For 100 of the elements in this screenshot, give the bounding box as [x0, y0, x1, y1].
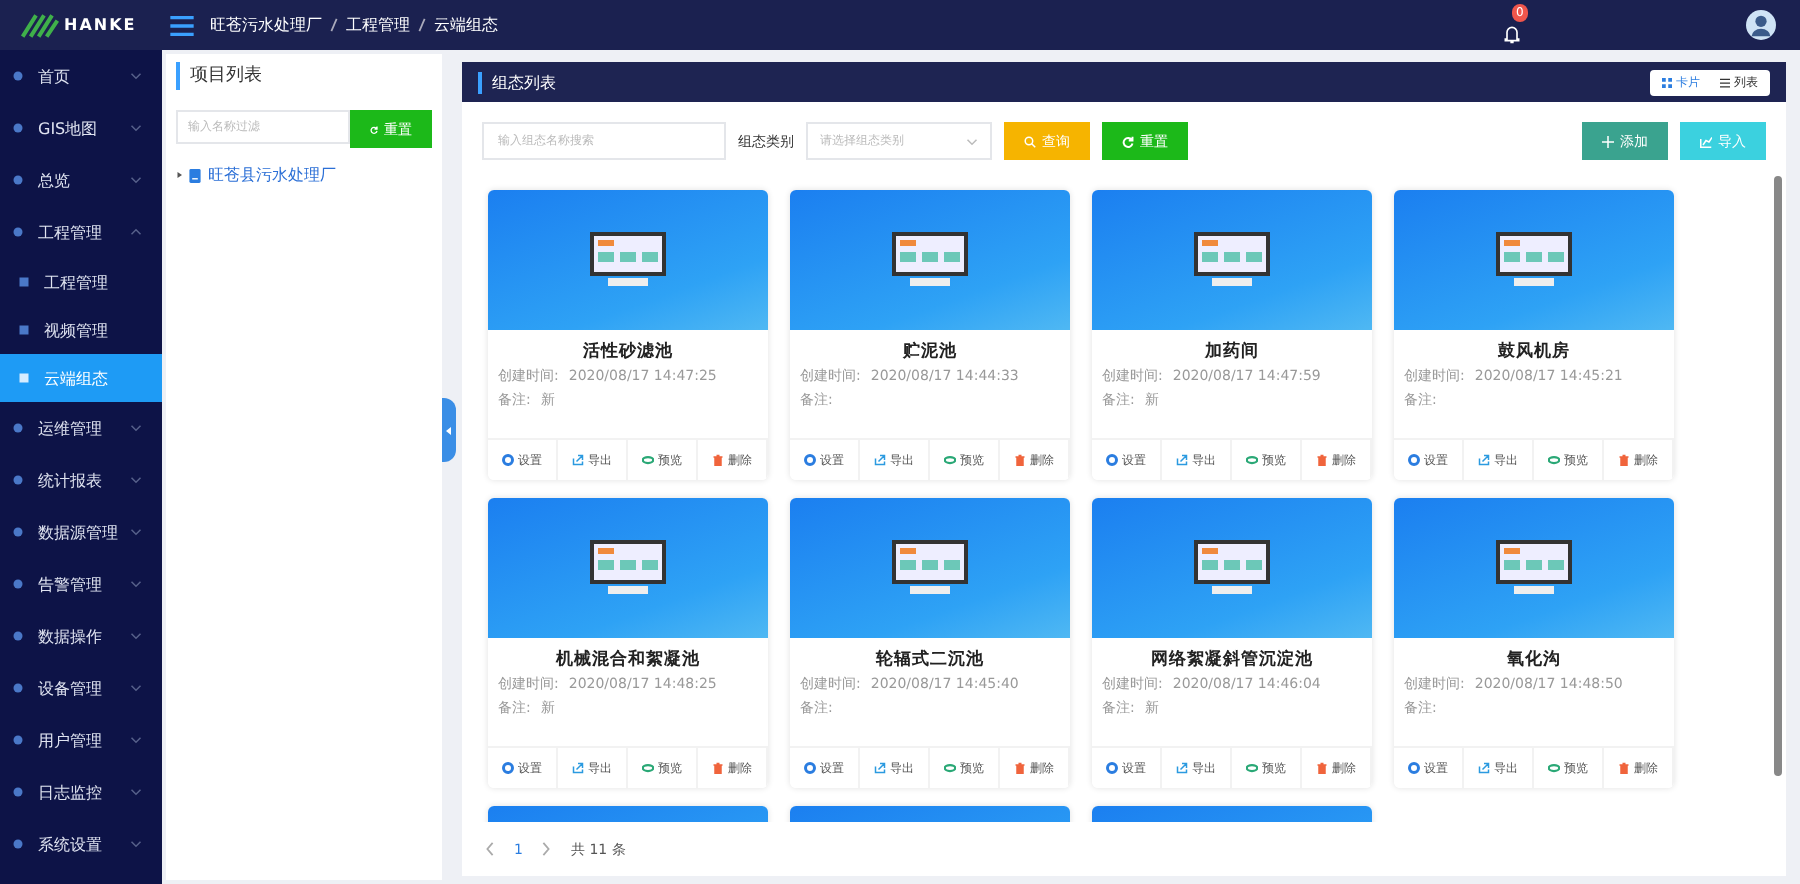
- export-icon: [1176, 762, 1188, 774]
- separator-icon: [418, 18, 426, 32]
- gear-icon: [502, 454, 514, 466]
- scrollbar[interactable]: [1774, 176, 1782, 776]
- card-title: 机械混合和絮凝池: [554, 648, 702, 672]
- sidebar-item[interactable]: 设备管理: [0, 662, 162, 714]
- gear-icon: [804, 762, 816, 774]
- sidebar-item[interactable]: 统计报表: [0, 454, 162, 506]
- card-title: 加药间: [1202, 340, 1261, 364]
- logo-icon: [20, 11, 60, 39]
- gear-icon: [502, 762, 514, 774]
- eye-icon: [944, 454, 956, 466]
- chevron-icon: [130, 528, 142, 536]
- chevron-icon: [130, 580, 142, 588]
- chevron-icon: [130, 124, 142, 132]
- breadcrumb-item[interactable]: 工程管理: [346, 14, 410, 36]
- menu-item-icon: [12, 70, 24, 82]
- breadcrumb-item[interactable]: 云端组态: [434, 14, 498, 36]
- trash-icon: [1316, 454, 1328, 466]
- chevron-icon: [966, 137, 978, 145]
- menu-item-icon: [12, 526, 24, 538]
- breadcrumb-item[interactable]: 旺苍污水处理厂: [210, 14, 322, 36]
- menu-item-icon: [18, 276, 30, 288]
- chevron-icon: [130, 424, 142, 432]
- sidebar-item[interactable]: GIS地图: [0, 102, 162, 154]
- sidebar-item[interactable]: 工程管理: [0, 206, 162, 258]
- sidebar-subitem[interactable]: 工程管理: [0, 258, 162, 306]
- gear-icon: [1408, 454, 1420, 466]
- sidebar-item[interactable]: 数据源管理: [0, 506, 162, 558]
- trash-icon: [1014, 762, 1026, 774]
- card-title: 氧化沟: [1505, 648, 1563, 672]
- menu-item-icon: [18, 372, 30, 384]
- eye-icon: [944, 762, 956, 774]
- sidebar-item[interactable]: 首页: [0, 50, 162, 102]
- chevron-icon: [130, 228, 142, 236]
- sidebar-item[interactable]: 系统设置: [0, 818, 162, 870]
- export-icon: [1478, 454, 1490, 466]
- card-title: 活性砂滤池: [581, 340, 675, 364]
- menu-icon[interactable]: [170, 15, 194, 35]
- export-icon: [874, 762, 886, 774]
- panel-title: 项目列表: [176, 62, 432, 90]
- gear-icon: [1106, 454, 1118, 466]
- export-icon: [1176, 454, 1188, 466]
- eye-icon: [642, 454, 654, 466]
- card-title: 鼓风机房: [1496, 340, 1572, 364]
- sidebar-item[interactable]: 数据操作: [0, 610, 162, 662]
- expand-arrow-icon[interactable]: [176, 172, 182, 178]
- card-title: 轮辐式二沉池: [873, 648, 986, 672]
- export-icon: [874, 454, 886, 466]
- trash-icon: [1618, 762, 1630, 774]
- menu-item-icon: [18, 324, 30, 336]
- card-title: 网络絮凝斜管沉淀池: [1149, 648, 1315, 672]
- menu-item-icon: [12, 838, 24, 850]
- card-title: 贮泥池: [901, 340, 959, 364]
- chevron-icon: [130, 684, 142, 692]
- trash-icon: [712, 454, 724, 466]
- sidebar-subitem[interactable]: 视频管理: [0, 306, 162, 354]
- eye-icon: [642, 762, 654, 774]
- sidebar-item[interactable]: 运维管理: [0, 402, 162, 454]
- eye-icon: [1548, 454, 1560, 466]
- eye-icon: [1548, 762, 1560, 774]
- trash-icon: [1014, 454, 1026, 466]
- trash-icon: [1618, 454, 1630, 466]
- menu-item-icon: [12, 226, 24, 238]
- chevron-icon: [130, 176, 142, 184]
- sidebar-item[interactable]: 总览: [0, 154, 162, 206]
- logo-text: HANKE: [64, 16, 137, 34]
- gear-icon: [1408, 762, 1420, 774]
- chevron-icon: [130, 72, 142, 80]
- menu-item-icon: [12, 422, 24, 434]
- search-icon: [1024, 135, 1036, 147]
- bell-icon[interactable]: [1502, 23, 1522, 43]
- chevron-icon: [130, 840, 142, 848]
- panel-title: 组态列表: [478, 71, 556, 93]
- tree-item[interactable]: 旺苍县污水处理厂: [208, 164, 336, 186]
- chevron-icon: [130, 476, 142, 484]
- trash-icon: [712, 762, 724, 774]
- refresh-icon: [1122, 135, 1134, 147]
- chart-icon: [1700, 135, 1712, 147]
- avatar-icon[interactable]: [1746, 10, 1776, 40]
- menu-item-icon: [12, 474, 24, 486]
- separator-icon: [330, 18, 338, 32]
- menu-item-icon: [12, 578, 24, 590]
- plus-icon: [1602, 135, 1614, 147]
- trash-icon: [1316, 762, 1328, 774]
- menu-item-icon: [12, 734, 24, 746]
- list-icon: [1720, 77, 1730, 87]
- collapse-handle[interactable]: [442, 398, 456, 462]
- sidebar-item[interactable]: 告警管理: [0, 558, 162, 610]
- chevron-icon: [130, 736, 142, 744]
- sidebar-item[interactable]: 用户管理: [0, 714, 162, 766]
- export-icon: [1478, 762, 1490, 774]
- chevron-icon: [130, 788, 142, 796]
- sidebar-item[interactable]: 日志监控: [0, 766, 162, 818]
- export-icon: [572, 454, 584, 466]
- grid-icon: [1662, 77, 1672, 87]
- menu-item-icon: [12, 122, 24, 134]
- chevron-icon: [130, 632, 142, 640]
- document-icon: [188, 167, 202, 183]
- menu-item-icon: [12, 174, 24, 186]
